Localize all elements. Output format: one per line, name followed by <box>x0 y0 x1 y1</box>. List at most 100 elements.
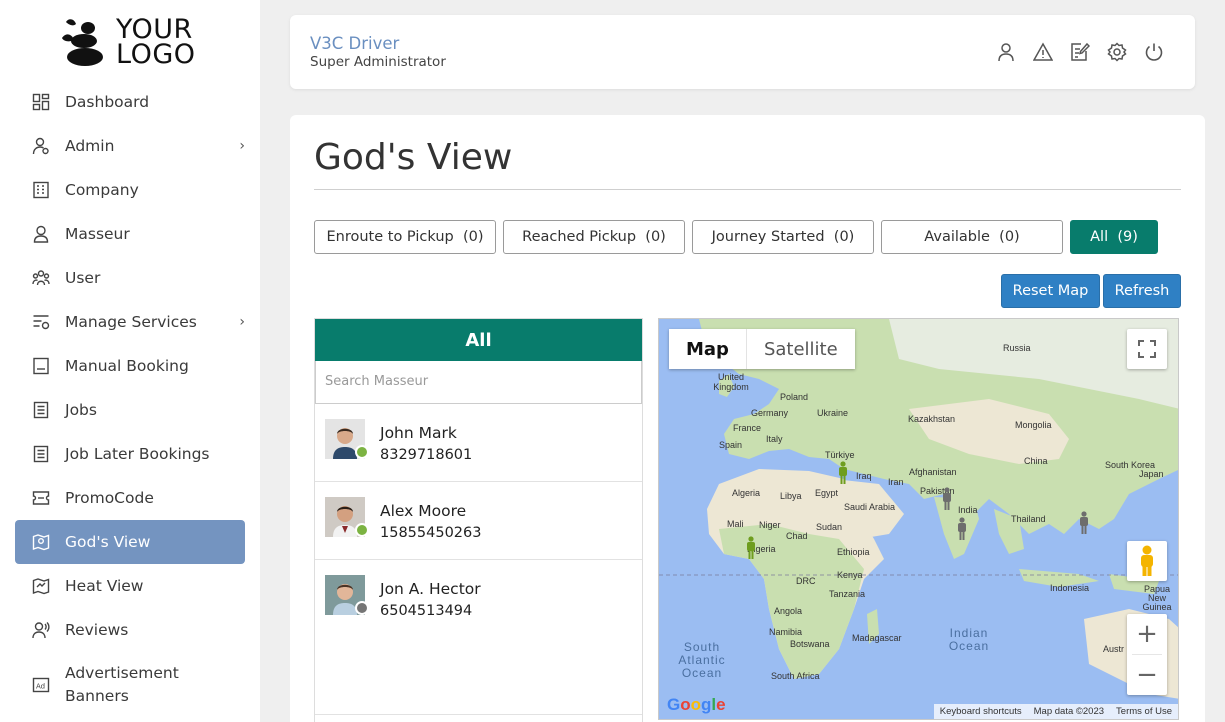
sidebar-item-jobs[interactable]: Jobs <box>15 388 245 432</box>
sidebar-item-advertisement-banners[interactable]: Ad Advertisement Banners <box>15 652 245 718</box>
sidebar-item-dashboard[interactable]: Dashboard <box>15 80 245 124</box>
logo-icon <box>62 19 103 66</box>
logo-line-2: LOGO <box>116 39 196 70</box>
status-dot <box>355 523 369 537</box>
sidebar-item-manage-services[interactable]: Manage Services › <box>15 300 245 344</box>
map-label: Russia <box>1003 343 1031 353</box>
sidebar-item-gods-view[interactable]: God's View <box>15 520 245 564</box>
masseur-marker-icon[interactable] <box>956 517 968 541</box>
map-label: Sudan <box>816 522 843 532</box>
map-label: Saudi Arabia <box>844 502 896 512</box>
zoom-out-button[interactable]: − <box>1127 655 1167 695</box>
map-label: Italy <box>766 434 783 444</box>
list-item[interactable]: John Mark 8329718601 <box>315 404 642 482</box>
chevron-right-icon: › <box>239 138 245 154</box>
map-label: United Kingdom <box>713 372 749 392</box>
filter-count: (9) <box>1117 229 1138 245</box>
world-map[interactable]: Russia United Kingdom Poland Germany Ukr… <box>658 318 1179 720</box>
sidebar-item-manual-booking[interactable]: Manual Booking <box>15 344 245 388</box>
map-label: Spain <box>719 440 743 450</box>
filter-label: Enroute to Pickup <box>326 229 454 245</box>
sidebar-item-heat-view[interactable]: Heat View <box>15 564 245 608</box>
refresh-button[interactable]: Refresh <box>1103 274 1181 308</box>
logo-text: YOUR LOGO <box>116 16 196 70</box>
sidebar-item-user[interactable]: User <box>15 256 245 300</box>
settings-icon[interactable] <box>1106 41 1128 63</box>
list-item[interactable]: Jon A. Hector 6504513494 <box>315 560 642 638</box>
masseur-phone: 15855450263 <box>380 525 482 541</box>
sidebar-item-label: Manual Booking <box>65 357 189 375</box>
filter-count: (0) <box>833 229 855 245</box>
filter-journey-started[interactable]: Journey Started (0) <box>692 220 874 254</box>
map-label: South Africa <box>771 671 820 681</box>
street-view-button[interactable] <box>1127 541 1167 581</box>
map-label: Mongolia <box>1015 420 1052 430</box>
map-label: Tanzania <box>829 589 866 599</box>
filter-count: (0) <box>645 229 666 245</box>
map-label: China <box>1024 456 1048 466</box>
map-label: Madagascar <box>852 633 902 643</box>
dashboard-icon <box>31 93 50 112</box>
sidebar-item-company[interactable]: Company <box>15 168 245 212</box>
map-label-ocean: Indian Ocean <box>948 626 990 653</box>
map-label: Kazakhstan <box>908 414 956 424</box>
masseur-marker-icon[interactable] <box>837 461 849 485</box>
sidebar-item-label: Jobs <box>65 401 97 419</box>
google-logo: Google <box>667 695 726 714</box>
map-type-map[interactable]: Map <box>669 329 747 369</box>
zoom-control: + − <box>1127 614 1167 695</box>
sidebar-item-admin[interactable]: Admin › <box>15 124 245 168</box>
filter-label: All <box>1090 229 1109 245</box>
sidebar-item-label: Manage Services <box>65 313 197 331</box>
reset-map-button[interactable]: Reset Map <box>1001 274 1100 308</box>
terms-link[interactable]: Terms of Use <box>1116 706 1172 717</box>
filter-label: Available <box>924 229 990 245</box>
status-dot <box>355 601 369 615</box>
list-divider <box>315 714 642 715</box>
map-type-satellite[interactable]: Satellite <box>747 329 855 369</box>
masseur-marker-icon[interactable] <box>1078 511 1090 535</box>
map-label: Austr <box>1103 644 1125 654</box>
filter-available[interactable]: Available (0) <box>881 220 1063 254</box>
reviews-icon <box>31 621 50 640</box>
zoom-in-button[interactable]: + <box>1127 614 1167 654</box>
map-label: Mali <box>727 519 744 529</box>
map-label: Iran <box>888 477 904 487</box>
sidebar-item-reviews[interactable]: Reviews <box>15 608 245 652</box>
filter-all[interactable]: All (9) <box>1070 220 1158 254</box>
pegman-icon <box>1141 545 1153 576</box>
admin-icon <box>31 137 50 156</box>
job-later-icon <box>31 445 50 464</box>
sidebar: YOUR LOGO Dashboard Admin › Company Mass… <box>0 0 260 722</box>
title-divider <box>314 189 1181 190</box>
filter-enroute-to-pickup[interactable]: Enroute to Pickup (0) <box>314 220 496 254</box>
sidebar-item-job-later-bookings[interactable]: Job Later Bookings <box>15 432 245 476</box>
list-item[interactable]: Alex Moore 15855450263 <box>315 482 642 560</box>
map-label: Indonesia <box>1050 583 1090 593</box>
filter-label: Journey Started <box>711 229 825 245</box>
map-label: Botswana <box>790 639 830 649</box>
map-label: Poland <box>780 392 809 402</box>
masseur-marker-icon[interactable] <box>941 487 953 511</box>
map-label: Egypt <box>815 488 839 498</box>
sidebar-item-label: Job Later Bookings <box>65 445 210 463</box>
gods-view-icon <box>31 533 50 552</box>
search-masseur-input[interactable]: Search Masseur <box>315 361 642 404</box>
masseur-name: Jon A. Hector <box>380 580 481 598</box>
filter-reached-pickup[interactable]: Reached Pickup (0) <box>503 220 685 254</box>
profile-icon[interactable] <box>995 41 1017 63</box>
power-icon[interactable] <box>1143 41 1165 63</box>
map-label: Ukraine <box>817 408 849 418</box>
sidebar-item-label: Admin <box>65 137 115 155</box>
jobs-icon <box>31 401 50 420</box>
masseur-marker-icon[interactable] <box>745 536 757 560</box>
keyboard-shortcuts-link[interactable]: Keyboard shortcuts <box>940 706 1022 717</box>
fullscreen-button[interactable] <box>1127 329 1167 369</box>
filter-count: (0) <box>462 229 484 245</box>
map-label: Ethiopia <box>837 547 870 557</box>
edit-icon[interactable] <box>1069 41 1091 63</box>
sidebar-item-promocode[interactable]: PromoCode <box>15 476 245 520</box>
sidebar-item-masseur[interactable]: Masseur <box>15 212 245 256</box>
alert-icon[interactable] <box>1032 41 1054 63</box>
map-label: Thailand <box>1011 514 1046 524</box>
